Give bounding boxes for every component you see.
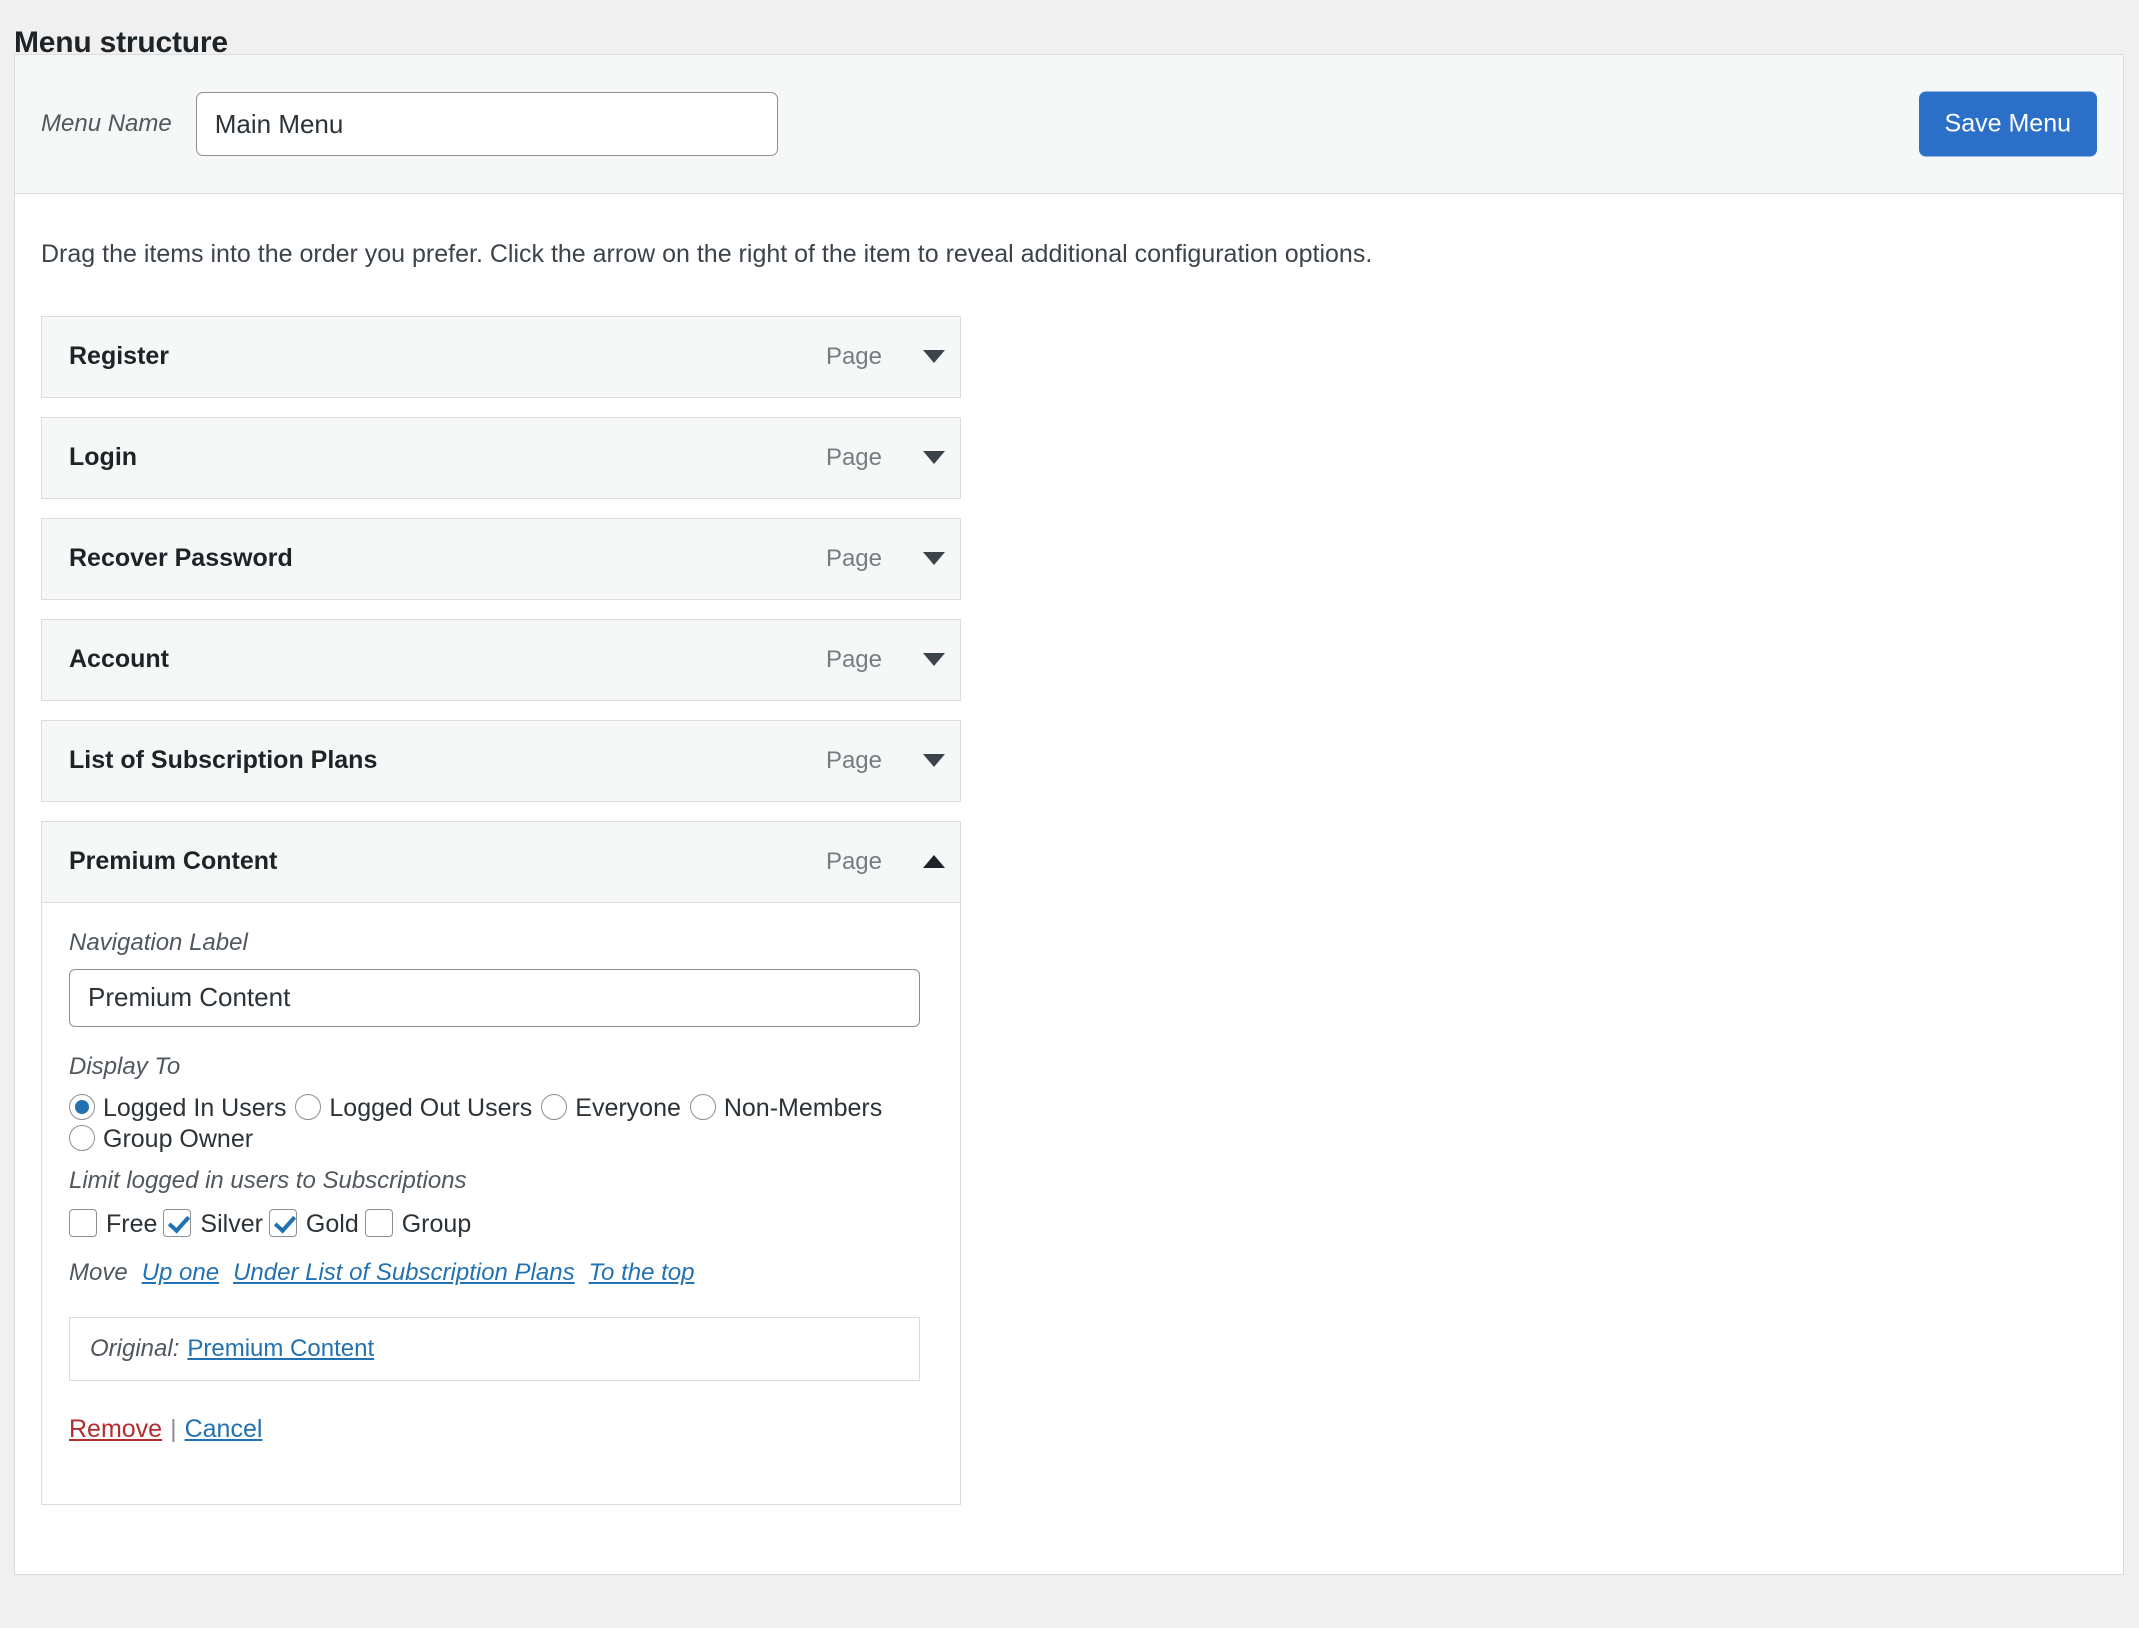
navigation-label-input[interactable] <box>69 968 920 1027</box>
checkbox-label: Free <box>106 1210 158 1239</box>
original-field: Original: Premium Content <box>69 1317 920 1382</box>
chevron-down-icon[interactable] <box>908 519 960 599</box>
menu-item-title: Recover Password <box>69 544 293 573</box>
chevron-down-icon[interactable] <box>908 418 960 498</box>
checkbox-gold[interactable] <box>268 1209 297 1238</box>
display-to-radio-group: Logged In Users Logged Out Users Everyon… <box>69 1093 929 1156</box>
radio-label: Everyone <box>575 1093 681 1122</box>
radio-option-group-owner[interactable]: Group Owner <box>69 1125 253 1153</box>
radio-label: Non-Members <box>723 1093 883 1122</box>
checkbox-option-gold[interactable]: Gold <box>268 1209 359 1239</box>
menu-item-settings-panel: Navigation Label Display To Logged In Us… <box>41 902 961 1506</box>
chevron-up-icon[interactable] <box>908 822 960 902</box>
menu-item-type: Page <box>825 443 882 471</box>
radio-group-owner[interactable] <box>69 1125 95 1151</box>
menu-item-bar[interactable]: Premium Content Page <box>42 821 960 902</box>
radio-option-logged-in-users[interactable]: Logged In Users <box>69 1093 287 1122</box>
menu-item-premium-content[interactable]: Premium Content Page <box>41 820 961 903</box>
menu-item-title: Premium Content <box>69 847 278 876</box>
checkbox-silver[interactable] <box>163 1209 192 1238</box>
original-link[interactable]: Premium Content <box>187 1335 374 1362</box>
move-to-the-top-link[interactable]: To the top <box>589 1259 695 1286</box>
menu-item-bar[interactable]: Register Page <box>42 316 960 397</box>
checkbox-label: Gold <box>305 1210 359 1239</box>
checkbox-option-group[interactable]: Group <box>364 1209 472 1239</box>
display-to-caption: Display To <box>69 1052 181 1080</box>
radio-logged-out-users[interactable] <box>295 1093 322 1120</box>
menu-item-list-of-subscription-plans[interactable]: List of Subscription Plans Page <box>41 719 961 802</box>
move-up-one-link[interactable]: Up one <box>142 1259 219 1286</box>
radio-option-logged-out-users[interactable]: Logged Out Users <box>295 1093 533 1122</box>
subscriptions-caption: Limit logged in users to Subscriptions <box>69 1167 467 1195</box>
checkbox-label: Silver <box>200 1210 263 1239</box>
remove-link[interactable]: Remove <box>69 1415 162 1443</box>
radio-label: Logged In Users <box>103 1093 287 1122</box>
navigation-label-caption: Navigation Label <box>69 928 248 956</box>
menu-items-list: Register Page Login Page Recover Passwor… <box>41 315 961 1506</box>
chevron-down-icon[interactable] <box>908 317 960 397</box>
chevron-down-icon[interactable] <box>908 721 960 801</box>
menu-item-type: Page <box>825 847 882 875</box>
subscriptions-checkbox-group: Free Silver Gold Group <box>69 1209 933 1239</box>
radio-everyone[interactable] <box>541 1093 568 1120</box>
original-caption: Original: <box>90 1335 180 1363</box>
menu-structure-page: Menu structure Menu Name Save Menu Drag … <box>0 0 2139 1628</box>
menu-item-type: Page <box>825 645 882 673</box>
menu-name-input[interactable] <box>195 92 778 156</box>
item-actions-row: Remove | Cancel <box>69 1415 933 1444</box>
checkbox-group[interactable] <box>364 1209 393 1238</box>
menu-item-register[interactable]: Register Page <box>41 315 961 398</box>
menu-item-recover-password[interactable]: Recover Password Page <box>41 517 961 600</box>
action-separator: | <box>170 1415 177 1444</box>
menu-name-header: Menu Name Save Menu <box>15 55 2123 194</box>
radio-option-non-members[interactable]: Non-Members <box>689 1093 883 1122</box>
menu-item-type: Page <box>825 342 882 370</box>
cancel-link[interactable]: Cancel <box>185 1415 263 1443</box>
move-under-list-of-subscription-plans-link[interactable]: Under List of Subscription Plans <box>233 1259 575 1286</box>
menu-item-title: Account <box>69 645 169 674</box>
menu-item-title: Login <box>69 443 138 472</box>
move-caption: Move <box>69 1259 128 1287</box>
menu-item-bar[interactable]: Account Page <box>42 619 960 700</box>
menu-item-title: List of Subscription Plans <box>69 746 378 775</box>
menu-panel-body: Drag the items into the order you prefer… <box>15 194 2123 1574</box>
radio-option-everyone[interactable]: Everyone <box>541 1093 681 1122</box>
move-row: Move Up one Under List of Subscription Pla… <box>69 1259 933 1287</box>
menu-item-type: Page <box>825 746 882 774</box>
menu-item-account[interactable]: Account Page <box>41 618 961 701</box>
menu-item-login[interactable]: Login Page <box>41 416 961 499</box>
menu-item-bar[interactable]: List of Subscription Plans Page <box>42 720 960 801</box>
menu-name-label: Menu Name <box>41 110 172 137</box>
checkbox-option-free[interactable]: Free <box>69 1209 158 1239</box>
checkbox-free[interactable] <box>69 1209 97 1238</box>
checkbox-option-silver[interactable]: Silver <box>163 1209 263 1239</box>
checkbox-label: Group <box>401 1210 472 1239</box>
menu-item-title: Register <box>69 342 170 371</box>
radio-logged-in-users[interactable] <box>69 1093 95 1120</box>
chevron-down-icon[interactable] <box>908 620 960 700</box>
radio-label: Logged Out Users <box>329 1093 533 1122</box>
radio-non-members[interactable] <box>689 1093 716 1120</box>
drag-instructions: Drag the items into the order you prefer… <box>41 240 1373 268</box>
save-menu-button[interactable]: Save Menu <box>1918 91 2097 157</box>
menu-panel: Menu Name Save Menu Drag the items into … <box>14 54 2124 1575</box>
menu-item-type: Page <box>825 544 882 572</box>
menu-item-bar[interactable]: Recover Password Page <box>42 518 960 599</box>
menu-item-bar[interactable]: Login Page <box>42 417 960 498</box>
radio-label: Group Owner <box>103 1125 254 1153</box>
